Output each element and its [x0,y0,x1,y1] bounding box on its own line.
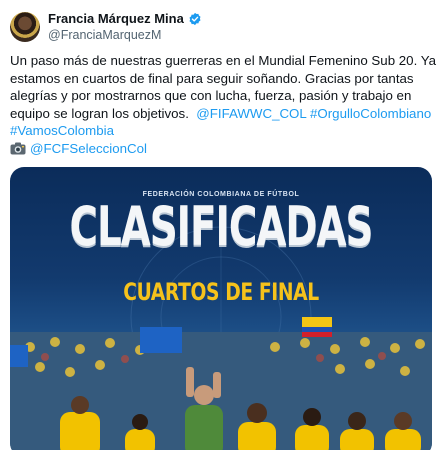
tweet-text-segment: equipo se logran los objetivos. [10,105,189,121]
tweet-text-line: alegrías y por mostrarnos que con lucha,… [10,88,412,103]
tweet-card[interactable]: Francia Márquez Mina @FranciaMarquezM Un… [0,0,447,450]
tweet-text-line: #VamosColombia [10,122,440,140]
tweet-text-line: @FCFSeleccionCol [10,140,440,158]
photo-credit-link[interactable]: @FCFSeleccionCol [30,141,147,156]
tweet-media-image[interactable]: FEDERACIÓN COLOMBIANA DE FÚTBOL CLASIFIC… [10,167,432,450]
display-name[interactable]: Francia Márquez Mina [48,11,184,27]
tweet-text-line: estamos en cuartos de final para seguir … [10,70,414,86]
camera-icon [10,142,26,154]
tweet-header: Francia Márquez Mina @FranciaMarquezM [10,9,437,45]
name-row: Francia Márquez Mina [48,11,202,27]
media-subheadline: CUARTOS DE FINAL [123,278,319,306]
media-headline: CLASIFICADAS [69,195,374,258]
verified-badge-icon [189,12,201,26]
tweet-text-line: equipo se logran los objetivos. @FIFAWWC… [10,105,440,123]
handle[interactable]: @FranciaMarquezM [48,27,202,43]
mention-fifawwc-link[interactable]: @FIFAWWC_COL [196,106,306,121]
hashtag-orgullo-link[interactable]: #OrgulloColombiano [310,106,431,121]
flag-icon [302,317,332,337]
author-block: Francia Márquez Mina @FranciaMarquezM [48,11,202,43]
avatar[interactable] [10,12,40,42]
tweet-text-line: Un paso más de nuestras guerreras en el … [10,53,436,68]
tweet-text: Un paso más de nuestras guerreras en el … [10,52,440,157]
hashtag-vamos-link[interactable]: #VamosColombia [10,123,114,138]
